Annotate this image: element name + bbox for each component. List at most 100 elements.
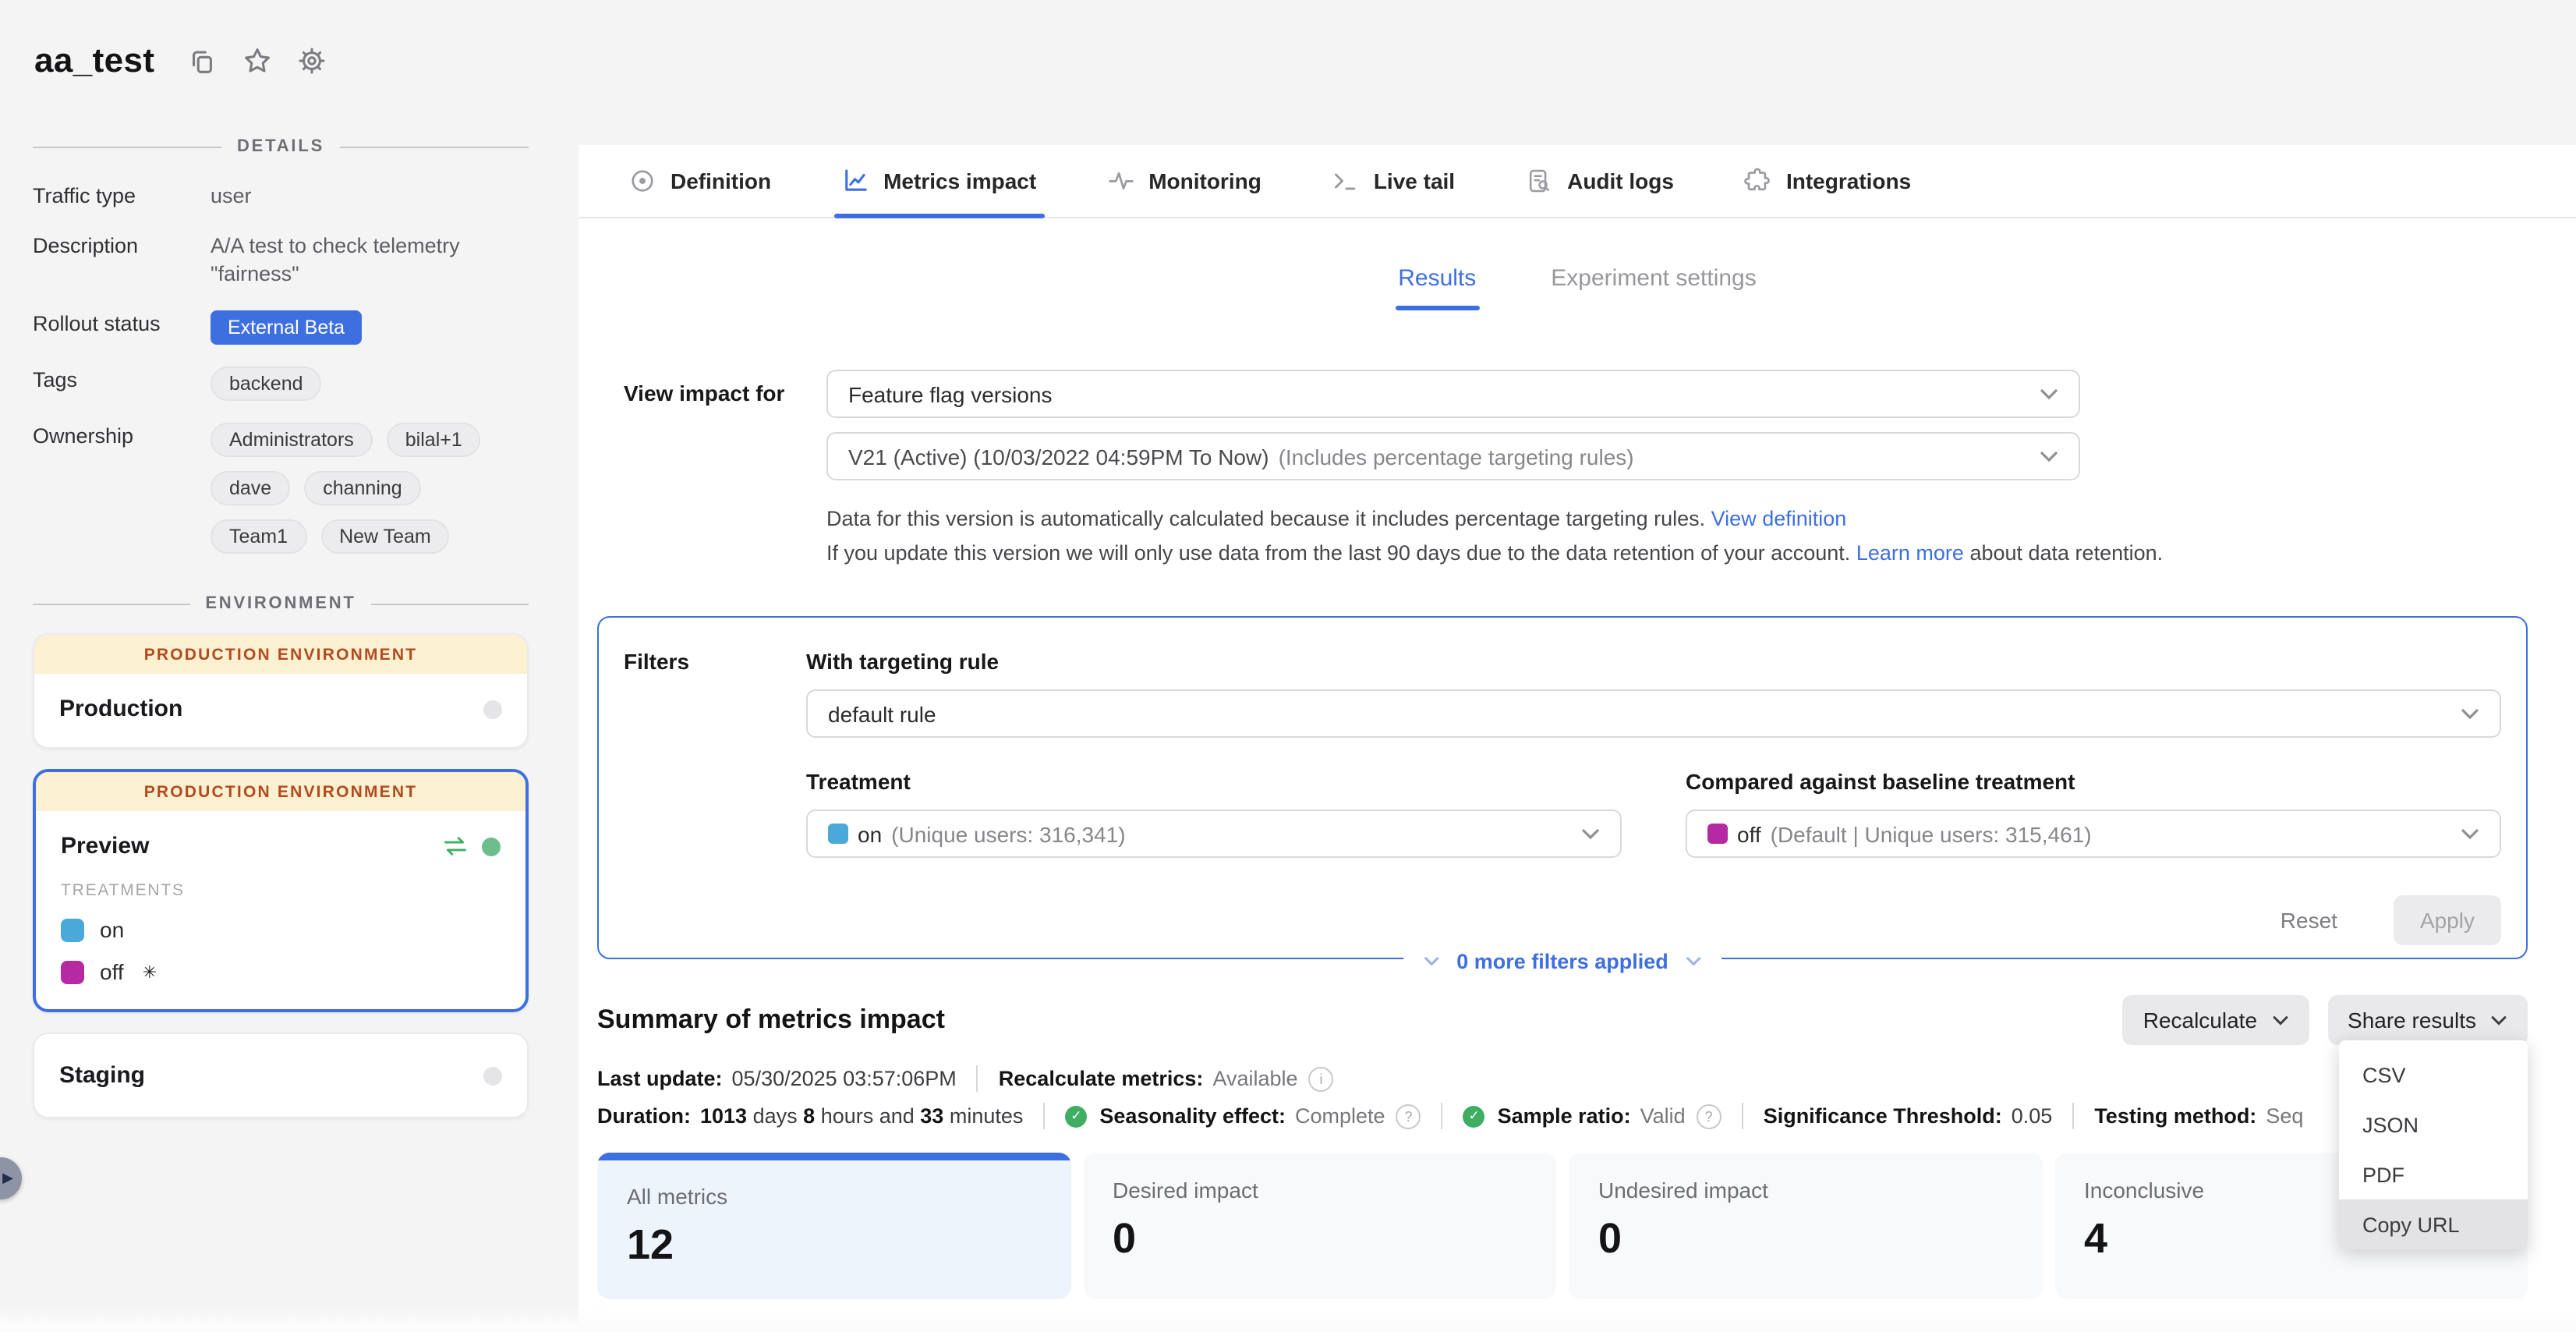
- summary-title: Summary of metrics impact: [597, 1004, 2123, 1036]
- chevron-down-icon: [2040, 450, 2058, 462]
- production-environment-banner: PRODUCTION ENVIRONMENT: [34, 635, 527, 674]
- status-dot-gray: [483, 1066, 502, 1085]
- details-grid: Traffic type user Description A/A test t…: [33, 182, 529, 554]
- owner-pill: Team1: [211, 519, 306, 554]
- tab-audit-logs[interactable]: Audit logs: [1525, 145, 1674, 217]
- sidebar-collapse-handle[interactable]: ▶: [0, 1157, 22, 1199]
- version-note: (Includes percentage targeting rules): [1279, 444, 1634, 469]
- more-filters-toggle[interactable]: 0 more filters applied: [1403, 950, 1721, 973]
- seasonality-value: Complete: [1295, 1104, 1385, 1128]
- baseline-select[interactable]: off (Default | Unique users: 315,461): [1686, 809, 2501, 858]
- chevron-down-icon: [2271, 1015, 2288, 1026]
- subtab-bar: Results Experiment settings: [579, 265, 2576, 310]
- description-label: Description: [33, 232, 201, 257]
- treatment-row-off: off ✳: [61, 959, 501, 984]
- summary-meta-row-1: Last update: 05/30/2025 03:57:06PM Recal…: [597, 1065, 2528, 1092]
- chevron-down-icon: [1581, 827, 1600, 840]
- integrations-icon: [1744, 167, 1772, 195]
- owner-pill: channing: [304, 471, 421, 505]
- tab-definition[interactable]: Definition: [628, 145, 771, 217]
- environment-name: Staging: [59, 1062, 483, 1089]
- duration-label: Duration:: [597, 1104, 691, 1128]
- treatment-select[interactable]: on (Unique users: 316,341): [806, 809, 1622, 858]
- version-notes: Data for this version is automatically c…: [826, 502, 2528, 571]
- traffic-type-label: Traffic type: [33, 182, 201, 207]
- owner-pill: dave: [211, 471, 290, 505]
- subtab-results[interactable]: Results: [1398, 265, 1476, 310]
- targeting-rule-select[interactable]: default rule: [806, 689, 2501, 738]
- check-icon: ✓: [1463, 1105, 1485, 1127]
- rollout-status-badge: External Beta: [211, 310, 362, 345]
- subtab-experiment-settings[interactable]: Experiment settings: [1551, 265, 1756, 310]
- copy-button[interactable]: [186, 44, 218, 77]
- gear-icon: [295, 45, 327, 76]
- chevron-down-icon: [1424, 956, 1439, 967]
- significance-threshold-value: 0.05: [2012, 1104, 2053, 1128]
- learn-more-link[interactable]: Learn more: [1856, 541, 1964, 565]
- sample-ratio-label: Sample ratio:: [1498, 1104, 1631, 1128]
- treatment-on-swatch: [61, 918, 84, 941]
- reset-button[interactable]: Reset: [2271, 906, 2347, 934]
- sample-ratio-value: Valid: [1640, 1104, 1686, 1128]
- help-icon[interactable]: ?: [1697, 1104, 1721, 1128]
- version-type-select[interactable]: Feature flag versions: [826, 370, 2080, 418]
- metric-card-undesired-impact[interactable]: Undesired impact 0: [1569, 1153, 2042, 1299]
- recalculate-metrics-value: Available: [1212, 1067, 1297, 1090]
- tab-metrics-impact[interactable]: Metrics impact: [841, 145, 1036, 217]
- menu-item-pdf[interactable]: PDF: [2339, 1150, 2528, 1199]
- chevron-down-icon: [1686, 956, 1701, 967]
- status-dot-gray: [483, 700, 502, 718]
- environment-card-production[interactable]: PRODUCTION ENVIRONMENT Production: [33, 633, 529, 749]
- metric-cards-row: All metrics 12 Desired impact 0 Undesire…: [597, 1153, 2528, 1299]
- chevron-down-icon: [2461, 707, 2479, 720]
- tab-integrations[interactable]: Integrations: [1744, 145, 1911, 217]
- help-icon[interactable]: ?: [1396, 1104, 1421, 1128]
- info-icon[interactable]: i: [1309, 1066, 1334, 1091]
- metric-card-desired-impact[interactable]: Desired impact 0: [1083, 1153, 1556, 1299]
- view-definition-link[interactable]: View definition: [1711, 507, 1847, 530]
- environment-card-preview[interactable]: PRODUCTION ENVIRONMENT Preview TREATMENT…: [33, 769, 529, 1012]
- settings-button[interactable]: [295, 44, 327, 77]
- menu-item-copy-url[interactable]: Copy URL: [2339, 1199, 2528, 1249]
- recalculate-metrics-label: Recalculate metrics:: [999, 1067, 1204, 1090]
- swap-arrows-icon: [443, 836, 468, 856]
- owner-pills: Administrators bilal+1 dave channing Tea…: [211, 423, 529, 554]
- owner-pill: Administrators: [211, 423, 373, 457]
- tab-monitoring[interactable]: Monitoring: [1106, 145, 1261, 217]
- metrics-impact-icon: [841, 167, 869, 195]
- retention-note: If you update this version we will only …: [826, 537, 2528, 571]
- view-impact-section: View impact for Feature flag versions V2…: [624, 370, 2528, 571]
- monitoring-icon: [1106, 167, 1134, 195]
- testing-method-label: Testing method:: [2094, 1104, 2256, 1128]
- version-select[interactable]: V21 (Active) (10/03/2022 04:59PM To Now)…: [826, 432, 2080, 480]
- summary-header: Summary of metrics impact Recalculate Sh…: [597, 995, 2528, 1045]
- treatment-off-swatch: [61, 960, 84, 983]
- tab-live-tail[interactable]: Live tail: [1332, 145, 1455, 217]
- targeting-rule-label: With targeting rule: [806, 649, 2501, 674]
- tag-pill: backend: [211, 367, 322, 401]
- treatments-heading: TREATMENTS: [61, 881, 501, 900]
- flag-title: aa_test: [34, 41, 154, 81]
- main-panel: Definition Metrics impact Monitoring: [579, 145, 2576, 1332]
- filters-card: Filters With targeting rule default rule…: [597, 616, 2528, 959]
- sidebar: DETAILS Traffic type user Description A/…: [33, 137, 529, 1118]
- favorite-button[interactable]: [240, 44, 273, 77]
- recalculate-button[interactable]: Recalculate: [2123, 995, 2309, 1045]
- status-dot-green: [482, 837, 501, 856]
- menu-item-csv[interactable]: CSV: [2339, 1050, 2528, 1100]
- menu-item-json[interactable]: JSON: [2339, 1100, 2528, 1150]
- tab-bar: Definition Metrics impact Monitoring: [579, 145, 2576, 218]
- share-results-menu: CSV JSON PDF Copy URL: [2339, 1040, 2528, 1249]
- share-results-button[interactable]: Share results: [2327, 995, 2528, 1045]
- owner-pill: New Team: [320, 519, 450, 554]
- metric-card-all-metrics[interactable]: All metrics 12: [597, 1153, 1070, 1299]
- seasonality-label: Seasonality effect:: [1099, 1104, 1286, 1128]
- environment-card-staging[interactable]: Staging: [33, 1033, 529, 1118]
- chevron-down-icon: [2461, 827, 2479, 840]
- apply-button[interactable]: Apply: [2394, 895, 2501, 945]
- treatment-off-swatch: [1707, 824, 1728, 844]
- environment-name: Production: [59, 696, 483, 722]
- treatment-row-on: on: [61, 917, 501, 942]
- traffic-type-value: user: [211, 182, 529, 211]
- filters-heading: Filters: [624, 649, 806, 958]
